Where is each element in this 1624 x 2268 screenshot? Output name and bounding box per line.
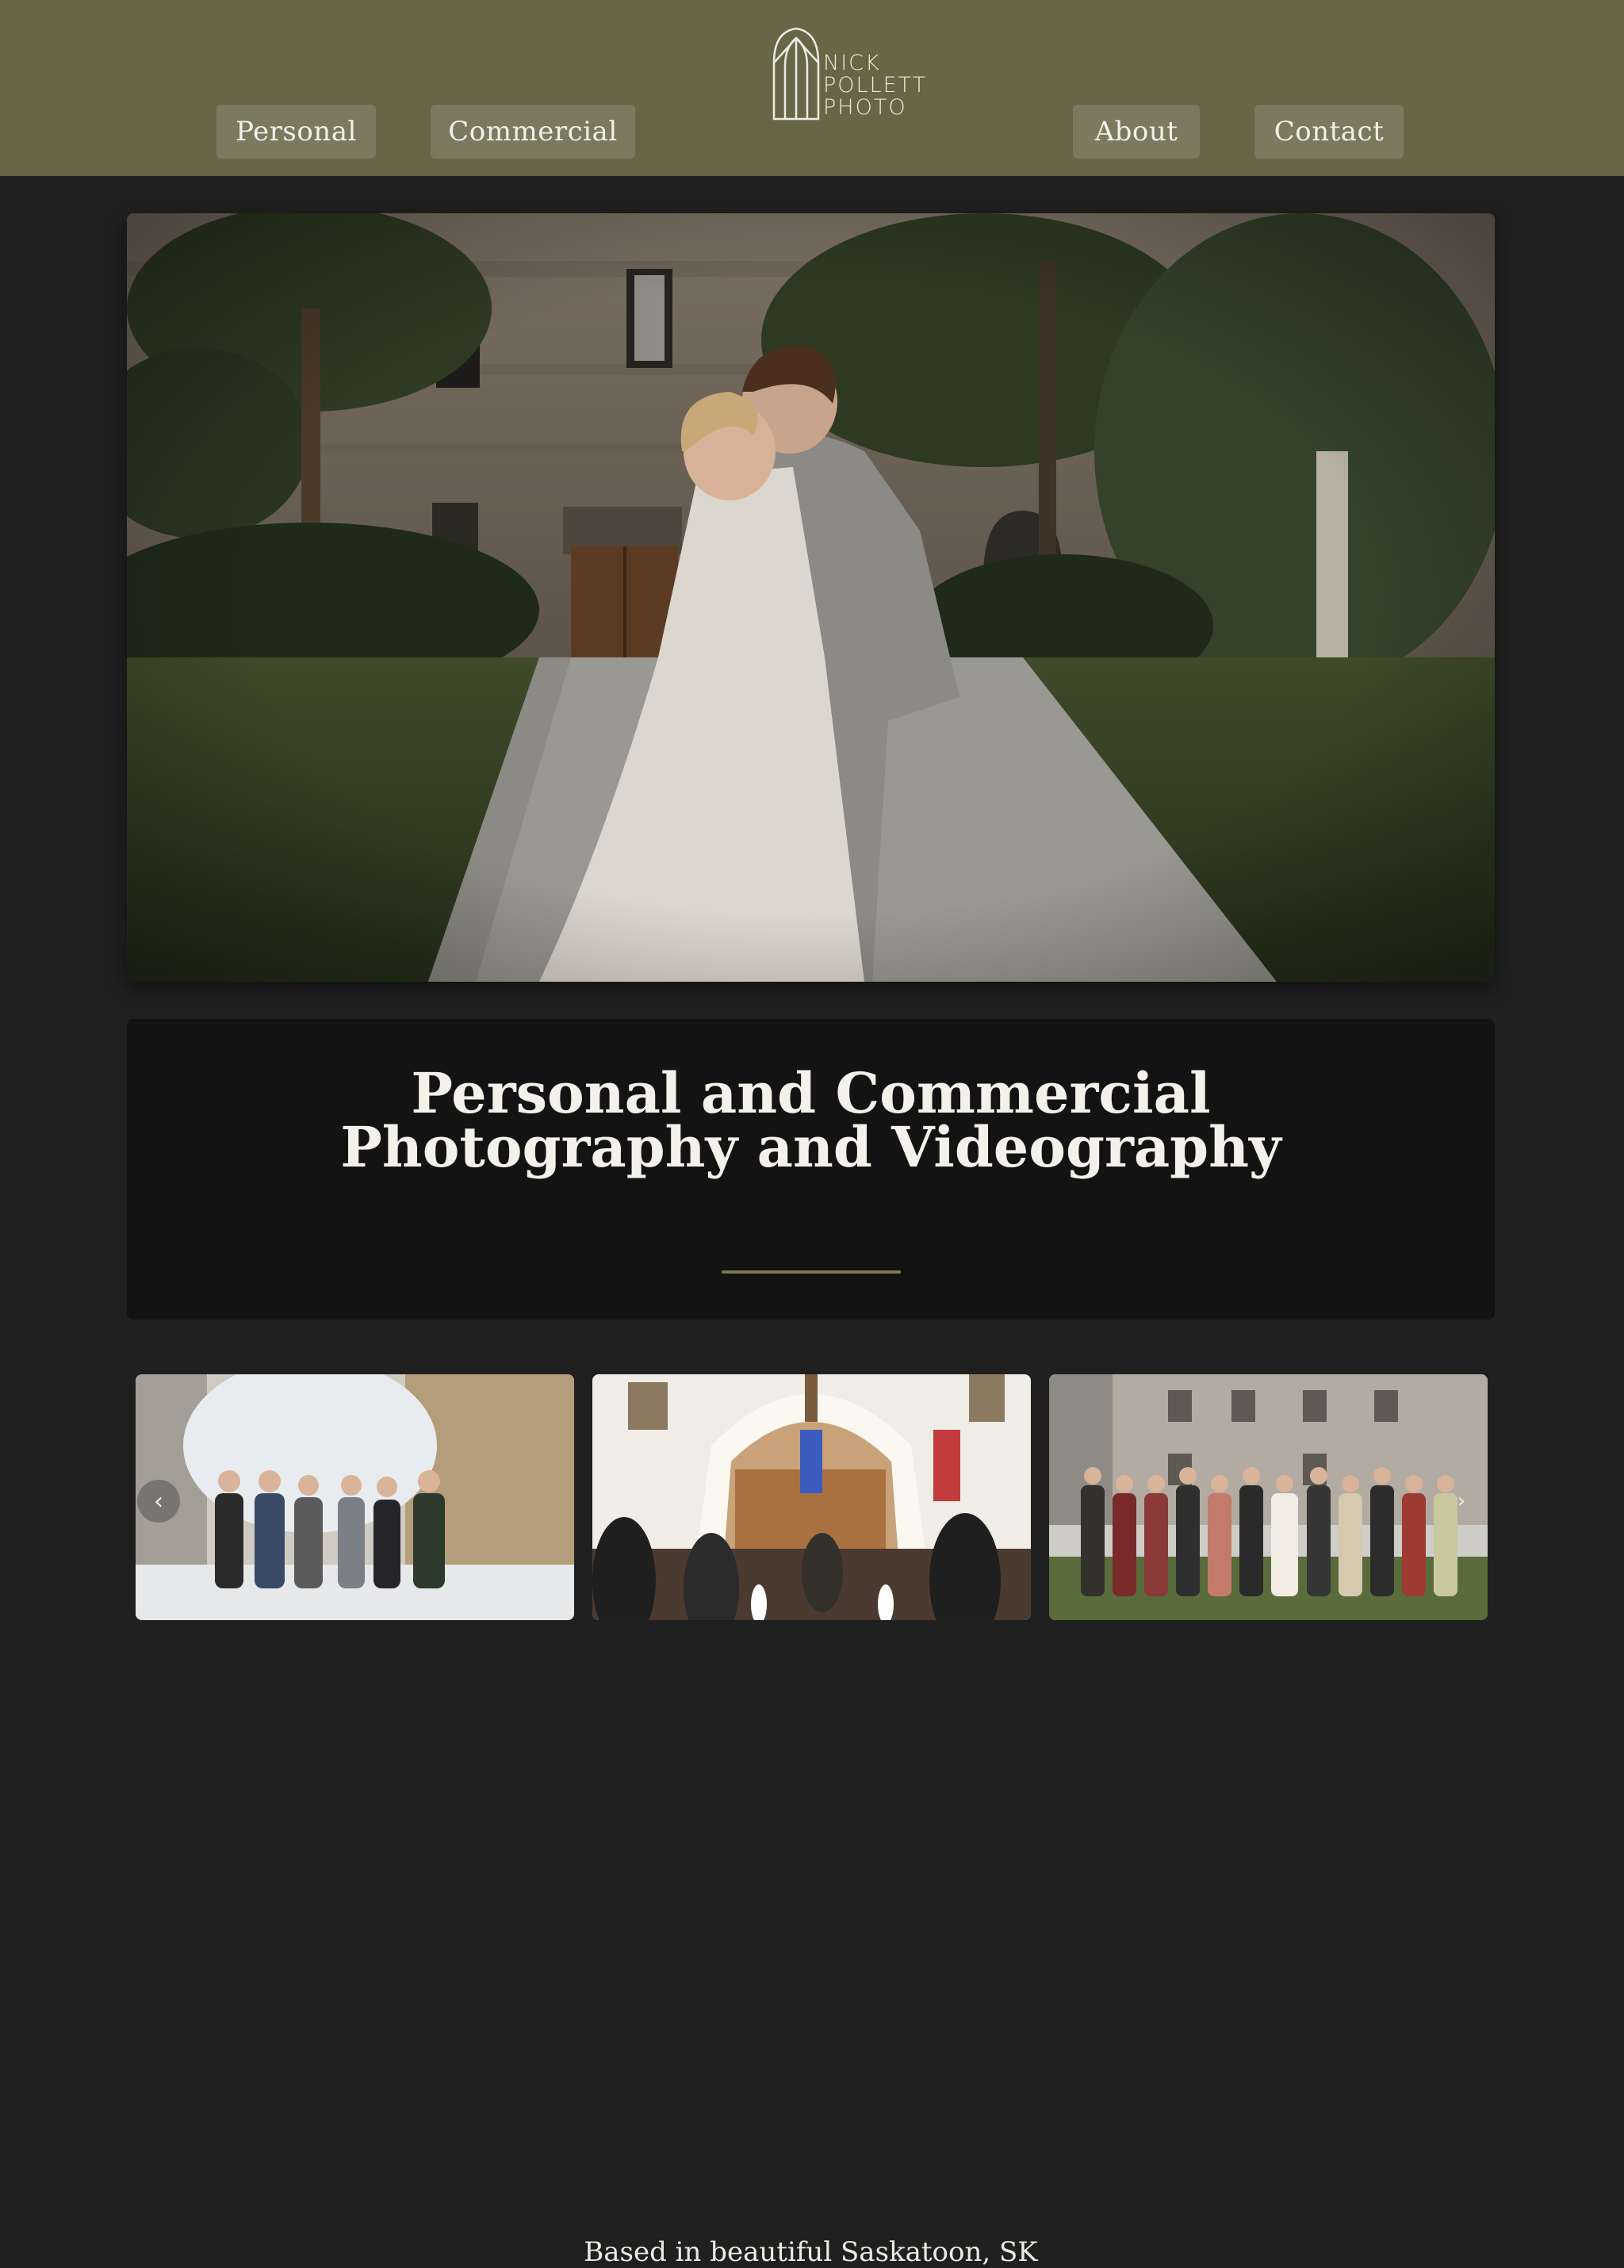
nav-commercial-button[interactable]: Commercial [431,105,635,159]
page-title: Personal and Commercial Photography and … [127,1060,1495,1180]
logo-line-photo: PHOTO [823,95,907,120]
gallery-photo-family-winter[interactable] [136,1374,574,1620]
title-divider [722,1270,901,1274]
gallery-prev-arrow-icon[interactable]: ‹ [137,1480,180,1523]
gallery-next-arrow-icon[interactable]: › [1440,1480,1483,1523]
site-logo[interactable]: NICK POLLETT PHOTO [771,27,937,122]
hero-photo [127,213,1495,982]
location-subtitle: Based in beautiful Saskatoon, SK [584,2236,1038,2268]
site-header: Personal Commercial NICK POLLETT PHOTO A… [0,0,1624,176]
gallery-photo-church-wedding[interactable] [592,1374,1031,1620]
logo-line-nick: NICK [823,51,881,75]
logo-wordmark: NICK POLLETT PHOTO [823,52,927,119]
nav-personal-button[interactable]: Personal [216,105,376,159]
gallery-photo-wedding-party[interactable] [1049,1374,1488,1620]
arch-window-icon [772,27,820,121]
logo-line-pollett: POLLETT [823,73,928,98]
nav-about-button[interactable]: About [1073,105,1200,159]
page-title-text: Personal and Commercial Photography and … [340,1060,1281,1180]
nav-contact-button[interactable]: Contact [1254,105,1404,159]
intro-card: Personal and Commercial Photography and … [127,1019,1495,2268]
